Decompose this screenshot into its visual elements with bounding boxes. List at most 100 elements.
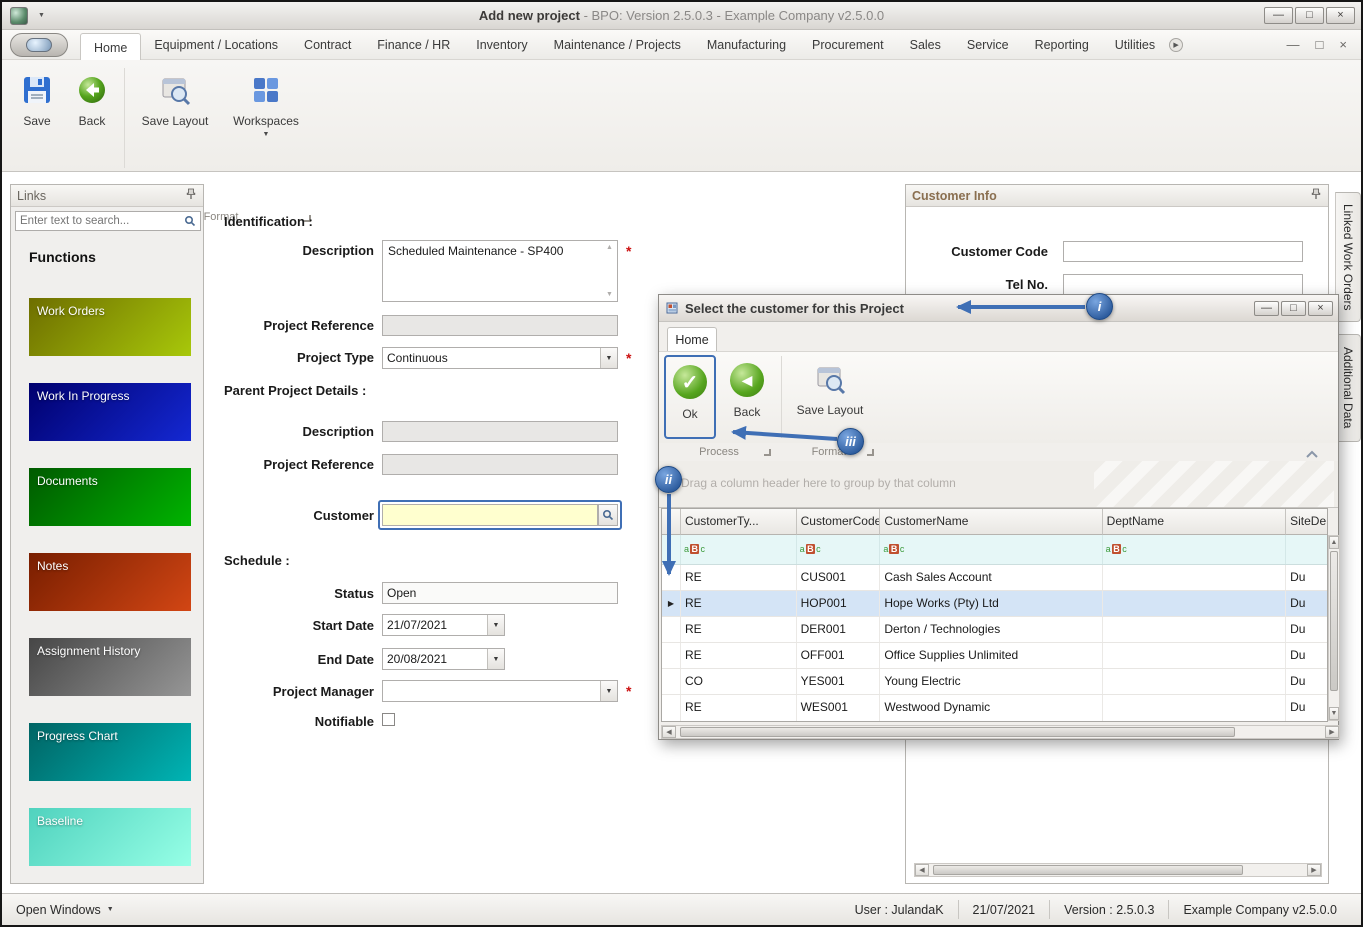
project-type-combo[interactable]: Continuous ▼ [382, 347, 618, 369]
grid-filter-row: aBc aBc aBc aBc [662, 535, 1327, 565]
dialog-minimize-button[interactable]: — [1254, 301, 1279, 316]
scroll-down-icon[interactable]: ▼ [1329, 707, 1339, 720]
scrollbar-thumb[interactable] [1330, 551, 1338, 691]
grid-header-sitede[interactable]: SiteDe [1286, 509, 1327, 535]
workspaces-dropdown-icon[interactable]: ▼ [263, 131, 270, 138]
scroll-left-icon[interactable]: ◀ [915, 864, 929, 876]
tab-sales[interactable]: Sales [897, 31, 954, 59]
chevron-down-icon[interactable]: ▼ [600, 681, 617, 701]
open-windows-button[interactable]: Open Windows ▼ [16, 903, 114, 917]
mdi-close-icon[interactable]: × [1339, 37, 1347, 52]
end-date-picker[interactable]: 20/08/2021 ▼ [382, 648, 505, 670]
tab-reporting[interactable]: Reporting [1022, 31, 1102, 59]
parent-reference-field [382, 454, 618, 475]
search-icon[interactable] [180, 215, 200, 227]
scrollbar-thumb[interactable] [933, 865, 1243, 875]
grid-hscrollbar[interactable]: ◀ ▶ [661, 725, 1340, 739]
grid-row-cus001[interactable]: RE CUS001 Cash Sales Account Du [662, 565, 1327, 591]
tab-home[interactable]: Home [80, 33, 141, 60]
workspaces-button[interactable]: Workspaces ▼ [224, 66, 308, 146]
description-textarea[interactable]: Scheduled Maintenance - SP400 [382, 240, 618, 302]
scrollbar-thumb[interactable] [680, 727, 1235, 737]
group-by-bar[interactable]: Drag a column header here to group by th… [659, 461, 1338, 508]
chevron-down-icon[interactable]: ▼ [487, 649, 504, 669]
start-date-picker[interactable]: 21/07/2021 ▼ [382, 614, 505, 636]
tab-equipment-locations[interactable]: Equipment / Locations [141, 31, 291, 59]
customer-code-field[interactable] [1063, 241, 1303, 262]
ok-button[interactable]: ✓ Ok [664, 355, 716, 439]
grid-row-yes001[interactable]: CO YES001 Young Electric Du [662, 669, 1327, 695]
save-layout-button[interactable]: Save Layout [132, 66, 218, 146]
filter-sitede[interactable] [1286, 535, 1327, 564]
dialog-back-button[interactable]: ◀ Back [721, 355, 773, 439]
tile-documents[interactable]: Documents [29, 468, 191, 526]
tile-baseline[interactable]: Baseline [29, 808, 191, 866]
mdi-minimize-icon[interactable]: — [1287, 37, 1300, 52]
filter-abc-icon: aBc [800, 545, 821, 554]
notifiable-checkbox[interactable] [382, 713, 395, 726]
customer-info-hscrollbar[interactable]: ◀ ▶ [914, 863, 1322, 877]
tile-progress-chart[interactable]: Progress Chart [29, 723, 191, 781]
save-button[interactable]: Save [14, 66, 60, 146]
pin-icon[interactable] [1310, 188, 1322, 203]
links-search-input[interactable] [16, 215, 180, 227]
dialog-tab-home[interactable]: Home [667, 327, 717, 351]
chevron-down-icon[interactable]: ▼ [487, 615, 504, 635]
process-dialog-launcher-icon[interactable] [764, 449, 771, 456]
tile-notes[interactable]: Notes [29, 553, 191, 611]
ribbon-tabs: Home Equipment / Locations Contract Fina… [80, 30, 1183, 59]
pin-icon[interactable] [185, 188, 197, 203]
ribbon-separator [124, 68, 125, 168]
status-date: 21/07/2021 [958, 900, 1050, 919]
tab-finance-hr[interactable]: Finance / HR [364, 31, 463, 59]
scroll-up-icon[interactable]: ▲ [1329, 536, 1339, 549]
save-icon [21, 74, 53, 106]
title-bar: ▼ Add new project - BPO: Version 2.5.0.3… [2, 2, 1361, 30]
workspaces-icon [250, 74, 282, 106]
customer-field[interactable] [382, 504, 598, 526]
tab-procurement[interactable]: Procurement [799, 31, 897, 59]
grid-row-hop001-selected[interactable]: ▶ RE HOP001 Hope Works (Pty) Ltd Du [662, 591, 1327, 617]
tel-no-field[interactable] [1063, 274, 1303, 295]
tab-service[interactable]: Service [954, 31, 1022, 59]
description-label: Description [212, 243, 374, 258]
tab-inventory[interactable]: Inventory [463, 31, 540, 59]
back-button[interactable]: Back [66, 66, 118, 146]
grid-row-wes001[interactable]: RE WES001 Westwood Dynamic Du [662, 695, 1327, 721]
mdi-restore-icon[interactable]: □ [1316, 37, 1324, 52]
tab-manufacturing[interactable]: Manufacturing [694, 31, 799, 59]
grid-header-customertype[interactable]: CustomerTy... [681, 509, 797, 535]
dialog-close-button[interactable]: × [1308, 301, 1333, 316]
grid-header-deptname[interactable]: DeptName [1103, 509, 1286, 535]
grid-row-off001[interactable]: RE OFF001 Office Supplies Unlimited Du [662, 643, 1327, 669]
scroll-right-icon[interactable]: ▶ [1307, 864, 1321, 876]
tabs-overflow-icon[interactable]: ▶ [1169, 38, 1183, 52]
project-manager-combo[interactable]: ▼ [382, 680, 618, 702]
tab-maintenance-projects[interactable]: Maintenance / Projects [541, 31, 694, 59]
dialog-toolbar: ✓ Ok ◀ Back Save Layout [659, 351, 1338, 443]
customer-lookup-button[interactable] [598, 504, 618, 526]
scroll-left-icon[interactable]: ◀ [662, 726, 676, 738]
grid-vscrollbar[interactable]: ▲ ▼ [1328, 535, 1340, 721]
filter-deptname[interactable]: aBc [1103, 535, 1286, 564]
filter-customername[interactable]: aBc [880, 535, 1102, 564]
tile-work-in-progress[interactable]: Work In Progress [29, 383, 191, 441]
grid-header-customername[interactable]: CustomerName [880, 509, 1102, 535]
tab-contract[interactable]: Contract [291, 31, 364, 59]
filter-customercode[interactable]: aBc [797, 535, 881, 564]
filter-customertype[interactable]: aBc [681, 535, 797, 564]
grid-header-customercode[interactable]: CustomerCode [797, 509, 881, 535]
scroll-right-icon[interactable]: ▶ [1325, 726, 1339, 738]
grid-row-der001[interactable]: RE DER001 Derton / Technologies Du [662, 617, 1327, 643]
dialog-save-layout-button[interactable]: Save Layout [789, 355, 871, 439]
window-title-rest: - BPO: Version 2.5.0.3 - Example Company… [580, 8, 884, 23]
tile-assignment-history[interactable]: Assignment History [29, 638, 191, 696]
tile-work-orders[interactable]: Work Orders [29, 298, 191, 356]
filter-abc-icon: aBc [883, 545, 904, 554]
tab-utilities[interactable]: Utilities [1102, 31, 1168, 59]
textarea-scroll-icons[interactable]: ▲▼ [606, 244, 613, 298]
dialog-maximize-button[interactable]: □ [1281, 301, 1306, 316]
application-menu-button[interactable] [10, 33, 68, 57]
format-dialog-launcher-icon[interactable] [867, 449, 874, 456]
chevron-down-icon[interactable]: ▼ [600, 348, 617, 368]
